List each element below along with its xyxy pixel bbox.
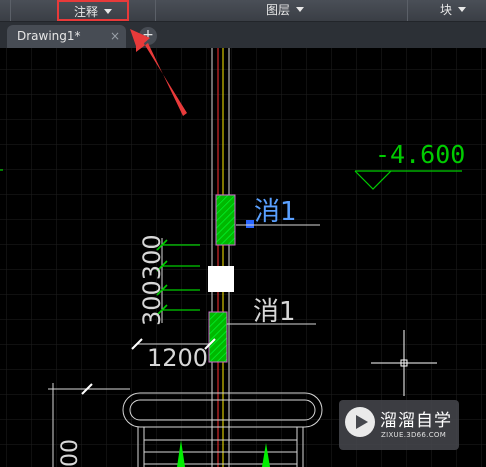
- cad-window: 注释 图层 块 Drawing1* × + 消1 消1 -4.600 30030…: [0, 0, 486, 467]
- hydrant-box-lower[interactable]: [208, 311, 228, 363]
- annotate-panel-button[interactable]: 注释: [57, 0, 129, 21]
- annotate-label: 注释: [73, 5, 98, 19]
- dimension-text-horizontal: 1200: [147, 344, 208, 372]
- ribbon-panel-bar: 注释 图层 块: [0, 0, 486, 22]
- file-tab-bar: Drawing1* × +: [0, 22, 486, 48]
- play-logo-icon: [345, 407, 375, 437]
- close-icon[interactable]: ×: [110, 25, 120, 47]
- grip-point[interactable]: [246, 220, 254, 228]
- chevron-down-icon: [104, 9, 112, 14]
- watermark-title: 溜溜自学: [380, 411, 452, 431]
- ribbon-separator: [407, 0, 408, 21]
- selection-grip-square[interactable]: [208, 266, 234, 292]
- layers-label: 图层: [265, 3, 290, 17]
- dimension-text-partial: 00: [58, 439, 83, 467]
- new-tab-button[interactable]: +: [139, 27, 157, 45]
- tab-label: Drawing1*: [17, 29, 81, 43]
- ribbon-separator: [155, 0, 156, 21]
- hydrant-label-upper[interactable]: 消1: [254, 197, 297, 227]
- elevation-text: -4.600: [375, 140, 465, 169]
- ribbon-separator: [10, 0, 11, 21]
- tab-drawing1[interactable]: Drawing1* ×: [7, 25, 126, 48]
- watermark-url: ZIXUE.3D66.COM: [381, 431, 447, 439]
- chevron-down-icon: [296, 7, 304, 12]
- dimension-text-vertical: 300300: [138, 234, 166, 326]
- watermark-badge: 溜溜自学 ZIXUE.3D66.COM: [339, 400, 459, 450]
- block-panel-button[interactable]: 块: [428, 0, 478, 21]
- block-label: 块: [439, 3, 452, 17]
- chevron-down-icon: [458, 7, 466, 12]
- layers-panel-button[interactable]: 图层: [255, 0, 315, 21]
- hydrant-label-lower[interactable]: 消1: [253, 297, 296, 327]
- hydrant-box-upper[interactable]: [215, 194, 236, 246]
